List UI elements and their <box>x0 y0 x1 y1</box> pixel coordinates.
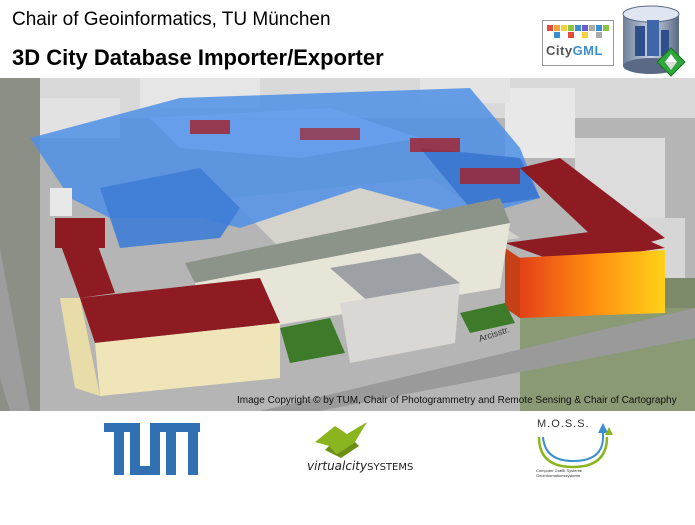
city-model-image: Arcisstr. <box>0 78 695 411</box>
app-title: 3D City Database Importer/Exporter <box>12 45 384 70</box>
moss-subtitle: Computer Grafik Systeme Geoinformationssy… <box>536 468 583 478</box>
city-model-render <box>0 78 695 411</box>
tum-logo <box>104 423 200 475</box>
chair-title: Chair of Geoinformatics, TU München <box>12 9 331 30</box>
vcs-logo-text: virtualcitySYSTEMS <box>307 459 414 473</box>
image-copyright: Image Copyright © by TUM, Chair of Photo… <box>237 395 677 406</box>
header: Chair of Geoinformatics, TU München 3D C… <box>0 0 695 78</box>
citygml-logo: CityGML <box>542 20 614 66</box>
database-icon <box>622 5 686 77</box>
moss-name: M.O.S.S. <box>537 418 590 430</box>
citygml-label: CityGML <box>546 43 603 58</box>
